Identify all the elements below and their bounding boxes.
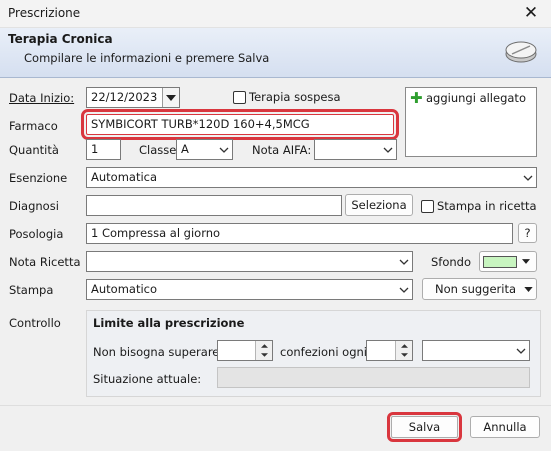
chevron-down-icon [512,341,529,360]
header-title: Terapia Cronica [8,32,113,46]
esenzione-select[interactable]: Automatica [86,167,537,188]
data-inizio-value: 22/12/2023 [91,90,158,104]
sfondo-color-swatch [483,255,517,268]
stampa-value: Automatico [91,282,158,296]
plus-icon[interactable]: ✚ [410,89,423,107]
posologia-help-button[interactable]: ? [518,223,537,243]
non-superare-label: Non bisogna superare [93,345,220,359]
cancel-button[interactable]: Annulla [470,416,540,438]
posologia-input[interactable]: 1 Compressa al giorno [86,223,513,244]
close-icon[interactable]: ✕ [521,3,541,23]
quantita-input[interactable]: 1 [86,139,121,160]
nota-ricetta-select[interactable] [86,251,413,272]
caret-down-icon [524,286,533,292]
periodo-spinner[interactable] [366,340,413,361]
esenzione-label: Esenzione [9,171,68,185]
limite-quantita-spinner[interactable] [217,340,273,361]
calendar-dropdown-icon[interactable] [162,88,179,107]
diagnosi-input[interactable] [86,195,342,216]
nota-aifa-select[interactable] [314,139,397,160]
farmaco-input[interactable]: SYMBICORT TURB*120D 160+4,5MCG [81,109,399,140]
quantita-label: Quantità [9,143,59,157]
sfondo-label: Sfondo [431,255,472,269]
chevron-down-icon [395,280,412,299]
confezioni-ogni-label: confezioni ogni [280,345,367,359]
stampa-in-ricetta-label: Stampa in ricetta [437,199,537,213]
data-inizio-picker[interactable]: 22/12/2023 [86,87,180,108]
esenzione-value: Automatica [91,170,158,184]
seleziona-button[interactable]: Seleziona [345,194,413,216]
nota-aifa-label: Nota AIFA: [252,143,312,157]
farmaco-label: Farmaco [9,119,58,133]
caret-down-icon [522,259,530,264]
chevron-down-icon [379,140,396,159]
dialog-header: Terapia Cronica Compilare le informazion… [0,28,551,78]
stampa-in-ricetta-checkbox[interactable] [421,200,434,213]
suggerimento-dropdown-button[interactable]: Non suggerita [422,278,537,300]
pill-tablet-icon [505,41,537,63]
terapia-sospesa-checkbox[interactable] [233,91,246,104]
chevron-down-icon [519,168,536,187]
title-bar: Prescrizione ✕ [0,0,551,28]
save-button[interactable]: Salva [387,412,462,442]
data-inizio-label: Data Inizio: [9,91,75,105]
limite-prescrizione-title: Limite alla prescrizione [93,316,245,330]
footer-divider [0,405,551,406]
periodo-unita-select[interactable] [422,340,530,361]
nota-ricetta-label: Nota Ricetta [9,255,81,269]
diagnosi-label: Diagnosi [9,199,59,213]
classe-select[interactable]: A [176,139,233,160]
chevron-down-icon [215,140,232,159]
aggiungi-allegato-link[interactable]: aggiungi allegato [426,91,526,105]
classe-label: Classe [139,143,177,157]
spin-down-icon[interactable] [395,350,412,360]
spin-down-icon[interactable] [255,350,272,360]
window-title: Prescrizione [8,6,81,20]
sfondo-color-picker[interactable] [479,251,537,272]
posologia-label: Posologia [9,227,64,241]
stampa-label: Stampa [9,283,54,297]
controllo-label: Controllo [9,316,61,330]
classe-value: A [181,142,189,156]
situazione-attuale-label: Situazione attuale: [93,372,202,386]
allegato-panel[interactable]: ✚ aggiungi allegato [405,87,537,157]
stampa-select[interactable]: Automatico [86,279,413,300]
chevron-down-icon [395,252,412,271]
header-subtitle: Compilare le informazioni e premere Salv… [24,51,270,65]
terapia-sospesa-label: Terapia sospesa [249,90,341,104]
situazione-attuale-field [217,367,530,388]
suggerimento-value: Non suggerita [435,282,517,296]
